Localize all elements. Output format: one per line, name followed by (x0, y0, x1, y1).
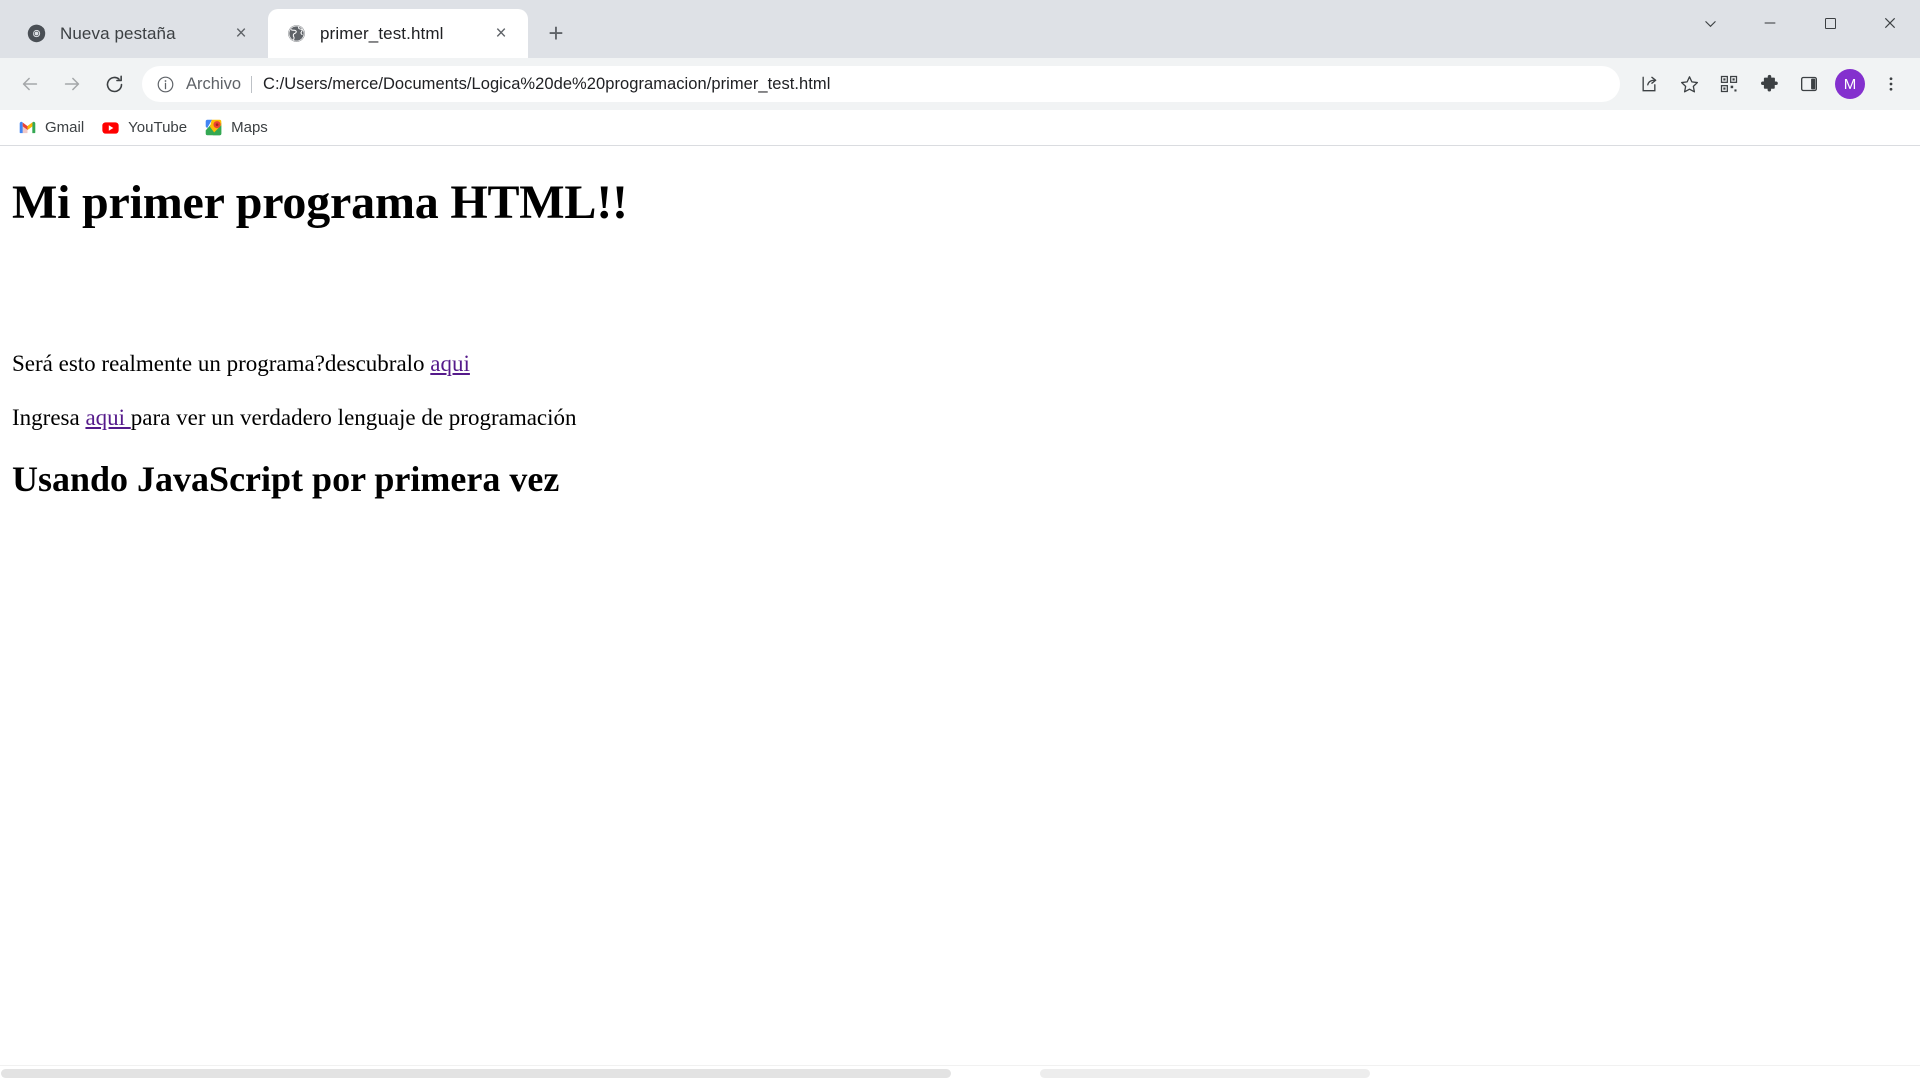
share-icon[interactable] (1630, 65, 1668, 103)
paragraph-1-text-before: Será esto realmente un programa?descubra… (12, 350, 431, 376)
page-heading-2: Usando JavaScript por primera vez (12, 458, 560, 499)
url-text: C:/Users/merce/Documents/Logica%20de%20p… (263, 74, 831, 93)
reload-button[interactable] (94, 64, 134, 104)
link-aqui-2[interactable]: aqui (85, 405, 130, 430)
chrome-grey-icon (26, 24, 46, 44)
bookmarks-bar: Gmail YouTube Maps (0, 110, 1920, 146)
paragraph-2-text-after: para ver un verdadero lenguaje de progra… (130, 405, 577, 431)
youtube-icon (102, 119, 119, 136)
page-heading-1: Mi primer programa HTML!! (12, 176, 628, 229)
profile-avatar[interactable]: M (1835, 69, 1865, 99)
window-controls (1680, 0, 1920, 58)
bookmark-label: Maps (231, 119, 268, 136)
browser-toolbar: Archivo C:/Users/merce/Documents/Logica%… (0, 58, 1920, 110)
chrome-menu-icon[interactable] (1872, 65, 1910, 103)
tab-close-icon[interactable]: × (488, 21, 514, 47)
bookmark-label: YouTube (128, 119, 188, 136)
horizontal-scrollbar[interactable] (0, 1065, 1920, 1080)
bookmark-star-icon[interactable] (1670, 65, 1708, 103)
address-bar[interactable]: Archivo C:/Users/merce/Documents/Logica%… (142, 66, 1620, 102)
scrollbar-thumb[interactable] (1, 1069, 951, 1078)
link-aqui-1[interactable]: aqui (430, 351, 470, 376)
bookmark-youtube[interactable]: YouTube (93, 114, 196, 142)
paragraph-ingresa: Ingresa aqui para ver un verdadero lengu… (12, 404, 1908, 432)
minimize-all-icon[interactable] (1680, 0, 1740, 46)
tab-close-icon[interactable]: × (228, 21, 254, 47)
page-viewport: Mi primer programa HTML!! Será esto real… (0, 146, 1920, 1080)
bookmark-label: Gmail (45, 119, 85, 136)
paragraph-descubralo: Será esto realmente un programa?descubra… (12, 350, 1908, 378)
bookmark-gmail[interactable]: Gmail (10, 114, 93, 142)
forward-button[interactable] (52, 64, 92, 104)
qr-code-icon[interactable] (1710, 65, 1748, 103)
gmail-icon (19, 119, 36, 136)
scheme-label: Archivo (186, 74, 242, 93)
minimize-icon[interactable] (1740, 0, 1800, 46)
tab-title: Nueva pestaña (60, 23, 176, 43)
maximize-icon[interactable] (1800, 0, 1860, 46)
page-info-icon[interactable] (154, 73, 176, 95)
browser-tab-primer-test[interactable]: primer_test.html × (268, 9, 528, 58)
back-button[interactable] (10, 64, 50, 104)
scrollbar-track-segment[interactable] (1040, 1069, 1370, 1078)
new-tab-button[interactable]: + (538, 15, 574, 51)
tab-title: primer_test.html (320, 23, 444, 43)
maps-icon (205, 119, 222, 136)
omnibox-divider (251, 75, 253, 93)
page-content: Mi primer programa HTML!! Será esto real… (0, 146, 1920, 500)
extensions-puzzle-icon[interactable] (1750, 65, 1788, 103)
close-window-icon[interactable] (1860, 0, 1920, 46)
browser-tab-nueva-pestana[interactable]: Nueva pestaña × (8, 9, 268, 58)
side-panel-icon[interactable] (1790, 65, 1828, 103)
bookmark-maps[interactable]: Maps (196, 114, 277, 142)
paragraph-2-text-before: Ingresa (12, 405, 86, 431)
globe-icon (286, 24, 306, 44)
tab-strip: Nueva pestaña × primer_test.html × + (0, 0, 1920, 58)
